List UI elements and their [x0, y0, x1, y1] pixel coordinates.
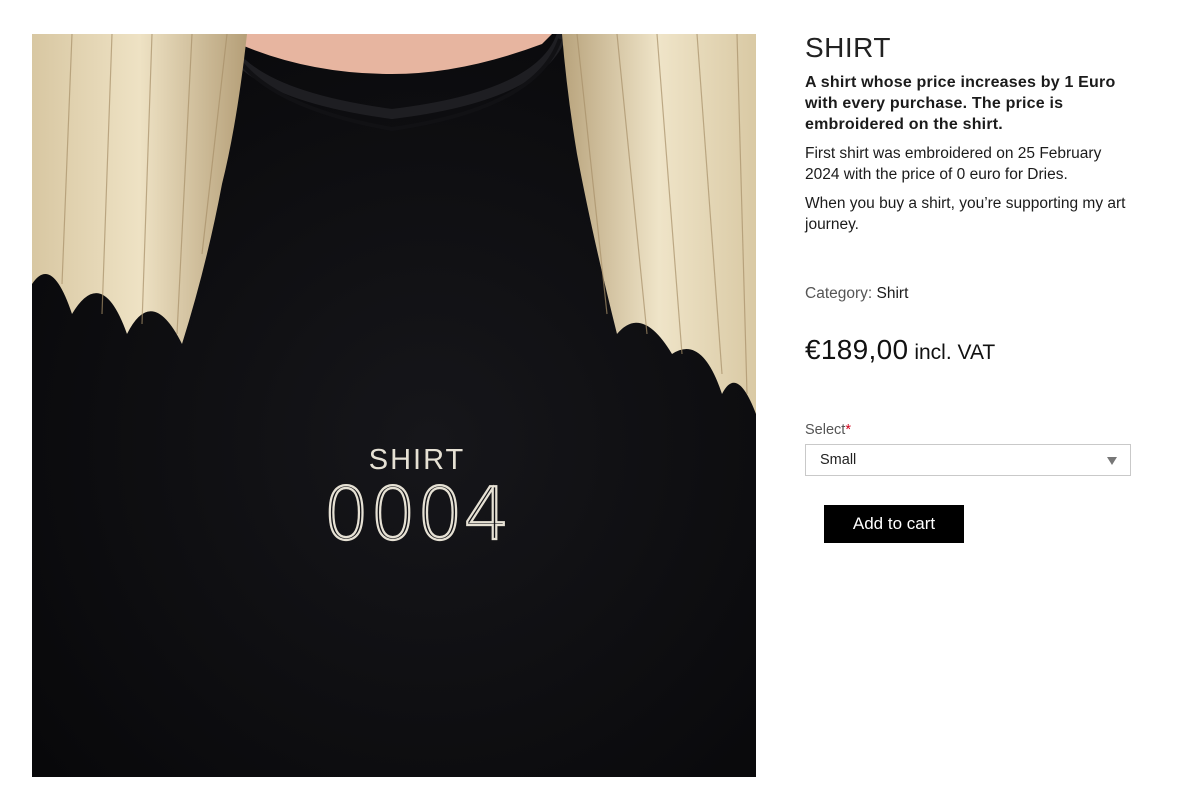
product-history-text: First shirt was embroidered on 25 Februa…: [805, 145, 1102, 183]
size-select[interactable]: Small: [805, 444, 1131, 476]
category-link[interactable]: Shirt: [877, 285, 909, 302]
shirt-photo-illustration: [32, 34, 756, 777]
product-lead-description: A shirt whose price increases by 1 Euro …: [805, 74, 1116, 133]
price-row: €189,00 incl. VAT: [805, 334, 1135, 374]
size-select-label: Select*: [805, 422, 1135, 438]
product-details: SHIRT A shirt whose price increases by 1…: [805, 30, 1135, 543]
chevron-down-icon: [1107, 457, 1117, 465]
category-label: Category:: [805, 285, 873, 302]
size-select-label-text: Select: [805, 422, 846, 438]
required-mark: *: [845, 422, 851, 438]
price-vat-note: incl. VAT: [914, 341, 996, 364]
product-category: Category: Shirt: [805, 284, 1135, 304]
add-to-cart-button[interactable]: Add to cart: [824, 505, 964, 543]
product-support-text: When you buy a shirt, you’re supporting …: [805, 195, 1126, 233]
price-amount: €189,00: [805, 334, 909, 365]
product-page: SHIRT 0004 SHIRT A shirt whose price inc…: [0, 0, 1200, 801]
size-select-value: Small: [820, 452, 857, 468]
embroidered-price-number: 0004: [322, 471, 511, 557]
product-image[interactable]: SHIRT 0004: [32, 34, 756, 777]
product-title: SHIRT: [805, 32, 891, 63]
